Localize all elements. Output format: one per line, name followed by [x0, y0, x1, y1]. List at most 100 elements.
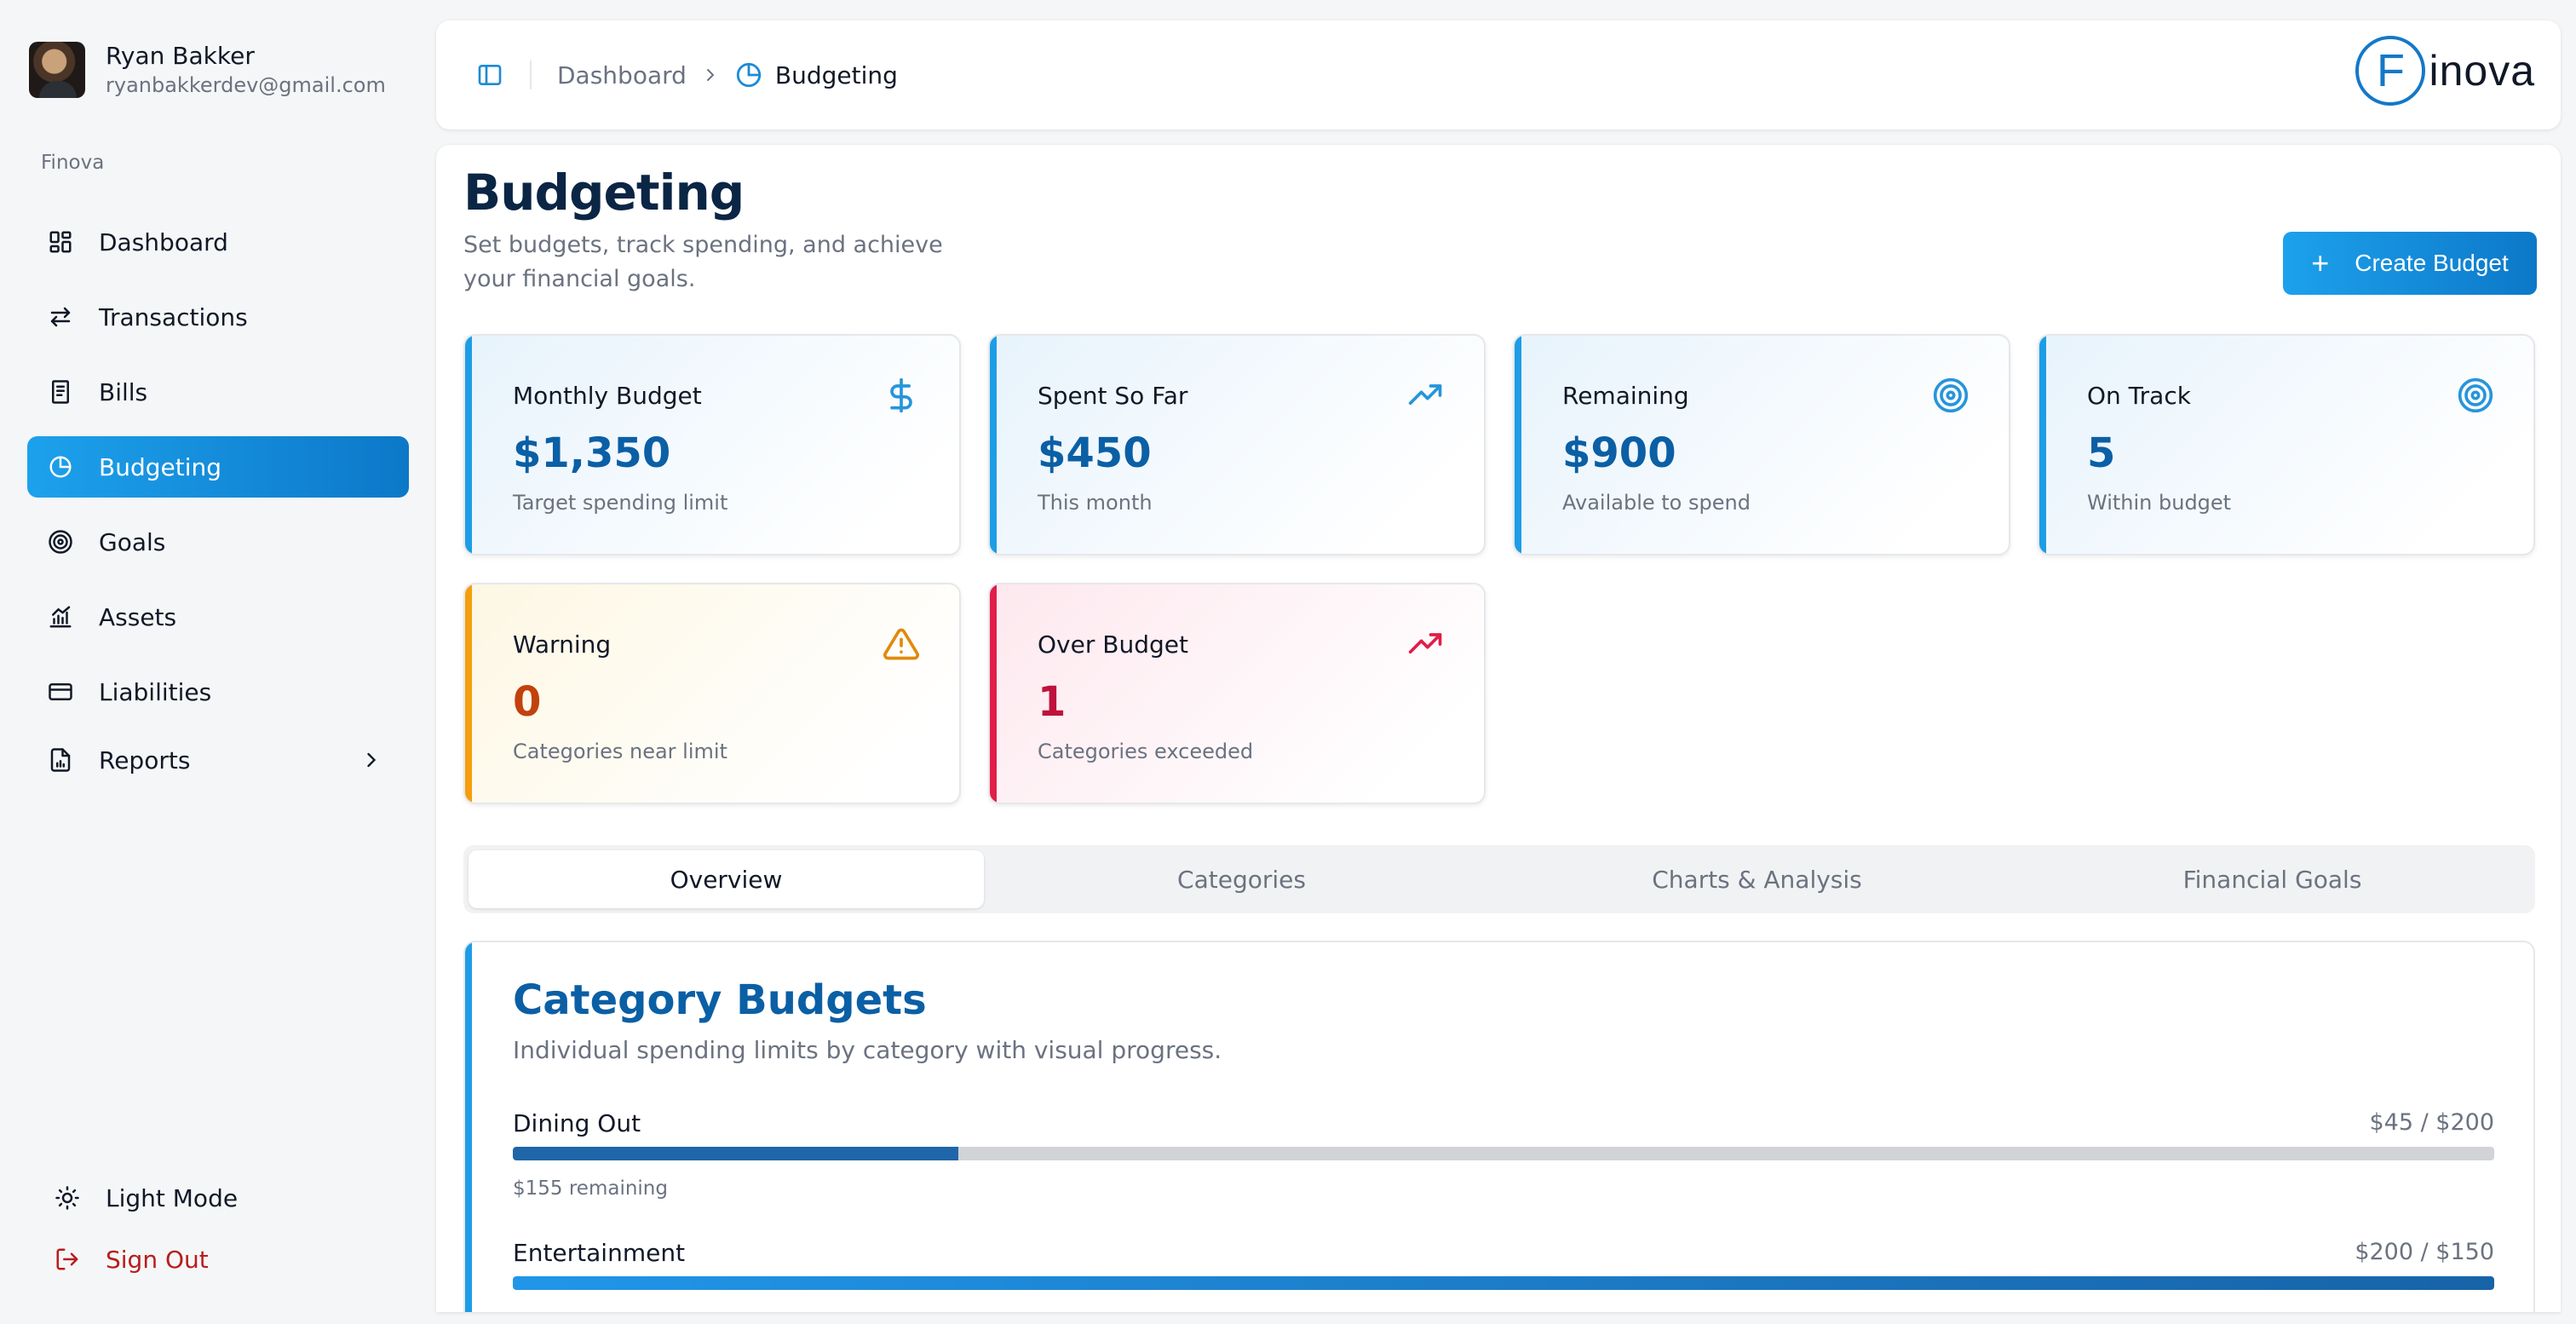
sidebar-item-label: Bills	[99, 377, 148, 406]
sign-out-button[interactable]: Sign Out	[34, 1229, 409, 1290]
progress-fill	[513, 1276, 2494, 1290]
category-remaining: $155 remaining	[513, 1177, 668, 1200]
user-profile[interactable]: Ryan Bakker ryanbakkerdev@gmail.com	[29, 41, 386, 99]
light-mode-label: Light Mode	[106, 1183, 239, 1212]
category-budgets-subtitle: Individual spending limits by category w…	[513, 1036, 1222, 1064]
sidebar-footer: Light Mode Sign Out	[34, 1167, 409, 1290]
trending-up-icon	[1407, 625, 1445, 663]
pie-chart-icon	[48, 454, 73, 480]
breadcrumb: Dashboard Budgeting	[557, 60, 898, 89]
receipt-icon	[48, 379, 73, 405]
stat-card-monthly-budget: Monthly Budget $1,350 Target spending li…	[463, 334, 961, 556]
card-caption: This month	[1038, 491, 1153, 515]
chevron-right-icon	[700, 65, 721, 85]
report-file-icon	[48, 747, 73, 773]
target-icon	[2457, 377, 2494, 414]
sidebar-item-label: Reports	[99, 745, 191, 774]
card-value: 1	[1038, 678, 1067, 726]
user-info: Ryan Bakker ryanbakkerdev@gmail.com	[106, 41, 386, 99]
logo-text: inova	[2429, 47, 2535, 95]
card-caption: Categories exceeded	[1038, 740, 1254, 763]
stat-card-over-budget: Over Budget 1 Categories exceeded	[988, 583, 1486, 804]
card-title: Over Budget	[1038, 630, 1188, 659]
header-divider	[530, 60, 532, 89]
sidebar-item-label: Liabilities	[99, 677, 212, 706]
sidebar-item-dashboard[interactable]: Dashboard	[27, 211, 409, 273]
breadcrumb-dashboard-link[interactable]: Dashboard	[557, 61, 687, 89]
target-icon	[48, 529, 73, 555]
user-email: ryanbakkerdev@gmail.com	[106, 73, 386, 97]
card-caption: Available to spend	[1562, 491, 1751, 515]
sidebar: Ryan Bakker ryanbakkerdev@gmail.com Fino…	[0, 0, 426, 1324]
sidebar-section-label: Finova	[41, 152, 105, 174]
tab-categories[interactable]: Categories	[984, 850, 1499, 908]
sidebar-item-reports[interactable]: Reports	[27, 729, 409, 791]
sidebar-item-bills[interactable]: Bills	[27, 361, 409, 423]
card-value: 0	[513, 678, 542, 726]
tab-financial-goals[interactable]: Financial Goals	[2015, 850, 2530, 908]
chevron-right-icon[interactable]	[359, 748, 383, 772]
stat-card-spent-so-far: Spent So Far $450 This month	[988, 334, 1486, 556]
category-budgets-panel: Category Budgets Individual spending lim…	[463, 941, 2535, 1312]
trending-up-icon	[1407, 377, 1445, 414]
card-title: Spent So Far	[1038, 382, 1188, 410]
category-budgets-title: Category Budgets	[513, 976, 927, 1024]
create-budget-label: Create Budget	[2355, 250, 2509, 276]
dashboard-grid-icon	[48, 229, 73, 255]
tab-overview[interactable]: Overview	[469, 850, 984, 908]
sidebar-item-liabilities[interactable]: Liabilities	[27, 661, 409, 722]
progress-track	[513, 1147, 2494, 1160]
light-mode-toggle[interactable]: Light Mode	[34, 1167, 409, 1229]
card-value: 5	[2087, 429, 2116, 477]
sidebar-item-label: Budgeting	[99, 452, 222, 481]
card-title: Monthly Budget	[513, 382, 702, 410]
warning-triangle-icon	[883, 625, 920, 663]
avatar	[29, 42, 85, 98]
progress-fill	[513, 1147, 959, 1160]
main-content: Budgeting Set budgets, track spending, a…	[436, 145, 2561, 1312]
card-caption: Within budget	[2087, 491, 2232, 515]
logout-icon	[55, 1246, 80, 1272]
card-value: $1,350	[513, 429, 671, 477]
category-amount: $45 / $200	[2369, 1109, 2494, 1136]
category-name: Dining Out	[513, 1109, 641, 1137]
sidebar-item-budgeting[interactable]: Budgeting	[27, 436, 409, 498]
sidebar-nav: Dashboard Transactions Bills Budgeting G…	[27, 211, 409, 804]
sidebar-item-assets[interactable]: Assets	[27, 586, 409, 648]
category-row-entertainment: Entertainment $200 / $150	[513, 1239, 2494, 1307]
plus-icon: +	[2311, 245, 2330, 280]
card-title: On Track	[2087, 382, 2191, 410]
card-value: $450	[1038, 429, 1152, 477]
page-title: Budgeting	[463, 164, 745, 222]
dollar-icon	[883, 377, 920, 414]
stat-card-remaining: Remaining $900 Available to spend	[1513, 334, 2010, 556]
sidebar-toggle-button[interactable]	[467, 52, 513, 98]
target-icon	[1932, 377, 1969, 414]
card-title: Remaining	[1562, 382, 1689, 410]
card-value: $900	[1562, 429, 1676, 477]
credit-card-icon	[48, 679, 73, 705]
category-row-dining-out: Dining Out $45 / $200 $155 remaining	[513, 1109, 2494, 1220]
sidebar-item-goals[interactable]: Goals	[27, 511, 409, 573]
finova-logo: F inova	[2355, 36, 2535, 106]
top-header: Dashboard Budgeting F inova	[436, 20, 2561, 130]
create-budget-button[interactable]: + Create Budget	[2283, 232, 2537, 295]
pie-chart-icon	[734, 60, 763, 89]
category-amount: $200 / $150	[2355, 1239, 2494, 1265]
progress-track	[513, 1276, 2494, 1290]
logo-mark: F	[2355, 36, 2426, 106]
breadcrumb-current: Budgeting	[774, 60, 898, 89]
card-caption: Target spending limit	[513, 491, 728, 515]
sidebar-item-label: Assets	[99, 602, 177, 631]
user-name: Ryan Bakker	[106, 42, 255, 70]
stat-card-warning: Warning 0 Categories near limit	[463, 583, 961, 804]
tab-charts-analysis[interactable]: Charts & Analysis	[1499, 850, 2015, 908]
budget-tabs: Overview Categories Charts & Analysis Fi…	[463, 845, 2535, 913]
panel-left-icon	[478, 65, 502, 85]
sidebar-item-label: Dashboard	[99, 227, 228, 256]
sidebar-item-transactions[interactable]: Transactions	[27, 286, 409, 348]
sidebar-item-label: Goals	[99, 527, 166, 556]
category-name: Entertainment	[513, 1239, 686, 1267]
page-subtitle: Set budgets, track spending, and achieve…	[463, 232, 943, 292]
sign-out-label: Sign Out	[106, 1245, 209, 1274]
